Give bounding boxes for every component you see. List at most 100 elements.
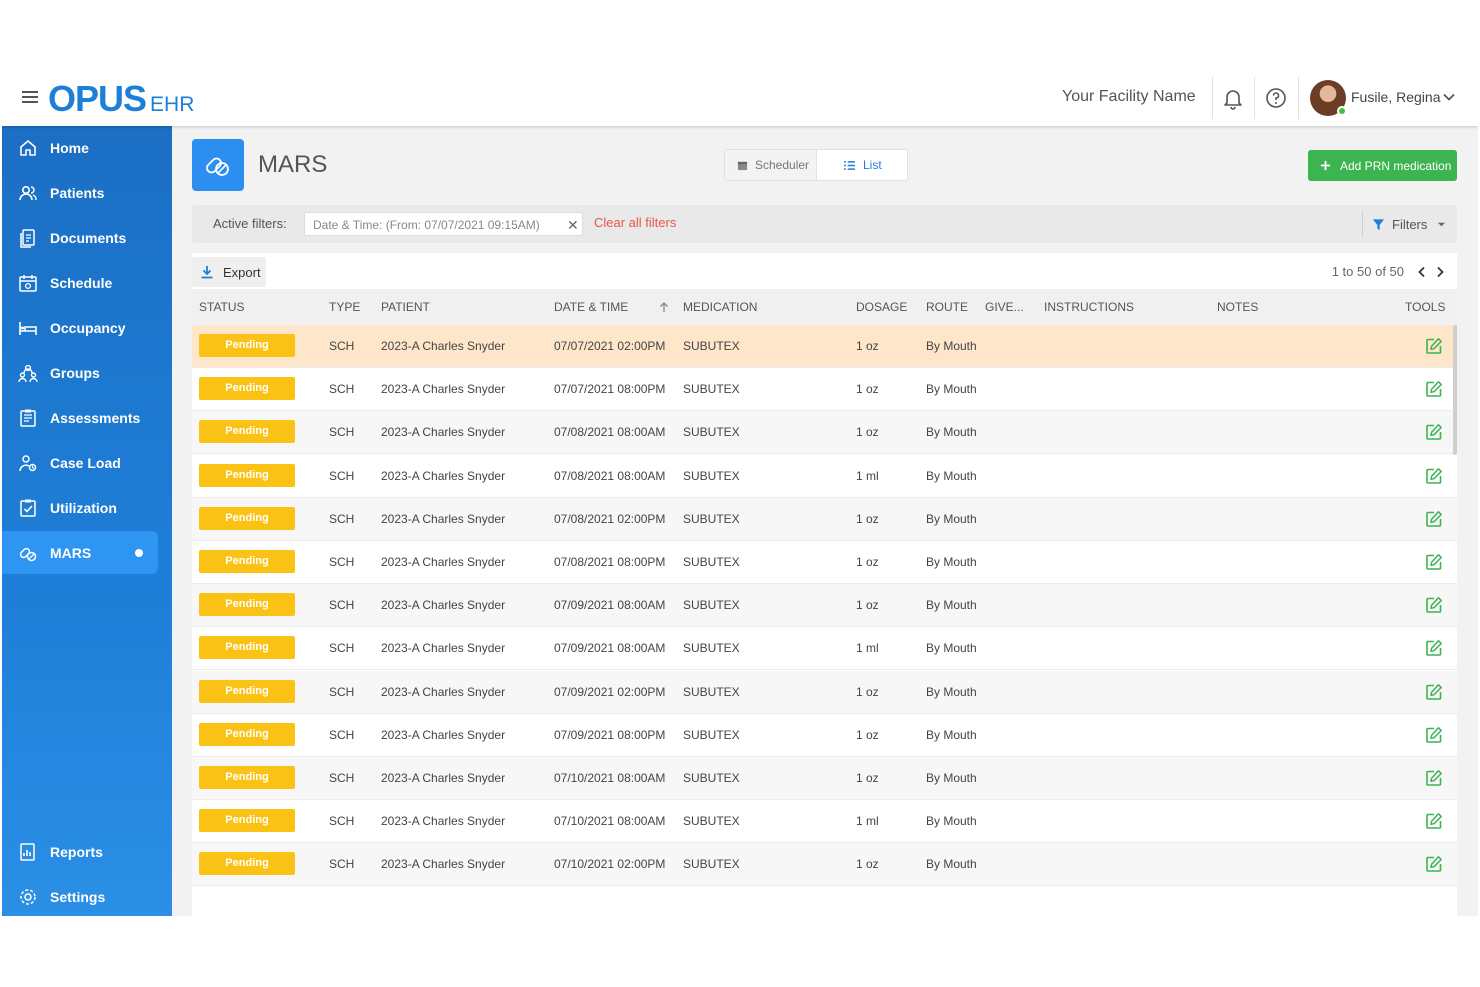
edit-icon[interactable] [1425,812,1443,830]
edit-icon[interactable] [1425,423,1443,441]
online-status-dot [1337,106,1347,116]
status-badge: Pending [199,679,295,703]
table-row[interactable]: Pending SCH 2023-A Charles Snyder 07/09/202… [192,584,1457,628]
column-header-status[interactable]: STATUS [199,300,245,314]
chevron-right-icon[interactable] [1435,266,1445,278]
table-row[interactable]: Pending SCH 2023-A Charles Snyder 07/08/202… [192,411,1457,455]
vertical-scrollbar[interactable] [1453,325,1457,455]
filter-chip[interactable]: Date & Time: (From: 07/07/2021 09:15AM) … [304,212,583,236]
cell-route: By Mouth [926,727,977,742]
sidebar-item-assessments[interactable]: Assessments [2,396,158,439]
facility-name[interactable]: Your Facility Name [1062,88,1196,106]
table-row[interactable]: Pending SCH 2023-A Charles Snyder 07/08/202… [192,541,1457,584]
edit-icon[interactable] [1425,337,1443,355]
column-header-route[interactable]: ROUTE [926,300,968,314]
sidebar-item-label: Occupancy [50,319,126,336]
column-header-instructions[interactable]: INSTRUCTIONS [1044,300,1134,314]
table-row[interactable]: Pending SCH 2023-A Charles Snyder 07/08/202… [192,497,1457,541]
clear-all-filters-link[interactable]: Clear all filters [594,215,676,230]
cell-patient: 2023-A Charles Snyder [381,814,506,829]
list-view-button[interactable]: List [817,150,907,180]
sidebar-item-caseload[interactable]: Case Load [2,441,158,484]
table-row[interactable]: Pending SCH 2023-A Charles Snyder 07/09/202… [192,627,1457,671]
table-row[interactable]: Pending SCH 2023-A Charles Snyder 07/07/202… [192,368,1457,412]
column-header-type[interactable]: TYPE [329,300,360,314]
table-row[interactable]: Pending SCH 2023-A Charles Snyder 07/08/202… [192,454,1457,498]
cell-route: By Mouth [926,339,977,353]
sidebar-item-occupancy[interactable]: Occupancy [2,306,158,349]
scheduler-view-button[interactable]: Scheduler [725,150,817,180]
table-row[interactable]: Pending SCH 2023-A Charles Snyder 07/07/202… [192,325,1457,368]
status-badge: Pending [199,722,295,746]
column-header-dosage[interactable]: DOSAGE [856,300,907,314]
sidebar-item-groups[interactable]: Groups [2,351,158,394]
sort-ascending-icon[interactable] [659,301,669,313]
chevron-left-icon[interactable] [1417,266,1427,278]
edit-icon[interactable] [1425,855,1443,873]
add-prn-medication-button[interactable]: Add PRN medication [1308,150,1457,181]
reports-icon [20,842,35,861]
chevron-down-icon[interactable] [1442,90,1456,104]
table-row[interactable]: Pending SCH 2023-A Charles Snyder 07/09/202… [192,713,1457,757]
export-button[interactable]: Export [192,257,266,287]
edit-icon[interactable] [1425,769,1443,787]
table-row[interactable]: Pending SCH 2023-A Charles Snyder 07/09/202… [192,670,1457,714]
status-badge: Pending [199,420,295,444]
cell-patient: 2023-A Charles Snyder [381,339,506,353]
top-bar: OPUS EHR Your Facility Name Fusile, Regi… [2,71,1478,126]
sidebar-item-schedule[interactable]: Schedule [2,261,158,304]
column-header-notes[interactable]: NOTES [1217,300,1258,314]
edit-icon[interactable] [1425,683,1443,701]
sidebar-item-home[interactable]: Home [2,126,158,169]
export-label: Export [223,264,261,280]
close-icon[interactable]: ✕ [567,217,579,234]
menu-icon[interactable] [22,88,38,108]
sidebar-item-utilization[interactable]: Utilization [2,486,158,529]
divider [1254,77,1255,119]
avatar[interactable] [1310,80,1347,116]
column-header-patient[interactable]: PATIENT [381,300,430,314]
sidebar-item-patients[interactable]: Patients [2,171,158,214]
cell-patient: 2023-A Charles Snyder [381,684,506,699]
sidebar-item-settings[interactable]: Settings [2,875,158,916]
edit-icon[interactable] [1425,596,1443,614]
cell-patient: 2023-A Charles Snyder [381,382,506,397]
edit-icon[interactable] [1425,467,1443,485]
edit-icon[interactable] [1425,510,1443,528]
cell-type: SCH [329,339,355,353]
sidebar-item-mars[interactable]: MARS [2,531,158,574]
status-badge: Pending [199,636,295,660]
cell-medication: SUBUTEX [683,382,740,397]
cell-type: SCH [329,684,355,699]
edit-icon[interactable] [1425,380,1443,398]
bell-icon[interactable] [1221,86,1245,110]
sidebar-item-reports[interactable]: Reports [2,830,158,873]
sidebar-item-label: Home [50,139,89,156]
app-logo[interactable]: OPUS EHR [48,77,194,121]
status-badge: Pending [199,550,295,573]
user-name[interactable]: Fusile, Regina [1351,89,1441,105]
status-badge: Pending [199,766,295,789]
edit-icon[interactable] [1425,639,1443,657]
cell-dosage: 1 oz [856,382,879,397]
column-header-medication[interactable]: MEDICATION [683,300,757,314]
edit-icon[interactable] [1425,726,1443,744]
column-header-given[interactable]: GIVE... [985,300,1024,314]
sidebar-item-label: Case Load [50,454,121,471]
edit-icon[interactable] [1425,553,1443,571]
column-header-datetime[interactable]: DATE & TIME [554,300,628,314]
cell-medication: SUBUTEX [683,598,740,613]
help-icon[interactable] [1264,86,1288,110]
patients-icon [19,185,37,200]
sidebar-item-documents[interactable]: Documents [2,216,158,259]
sidebar-item-label: Patients [50,184,105,201]
table-row[interactable]: Pending SCH 2023-A Charles Snyder 07/10/202… [192,800,1457,844]
table-row[interactable]: Pending SCH 2023-A Charles Snyder 07/10/202… [192,757,1457,800]
filters-button-label: Filters [1392,216,1428,232]
filters-button[interactable]: Filters [1372,215,1446,233]
cell-type: SCH [329,555,355,569]
table-row[interactable]: Pending SCH 2023-A Charles Snyder 07/10/202… [192,843,1457,887]
cell-route: By Mouth [926,511,977,526]
cell-patient: 2023-A Charles Snyder [381,598,506,613]
assessments-icon [20,409,36,427]
